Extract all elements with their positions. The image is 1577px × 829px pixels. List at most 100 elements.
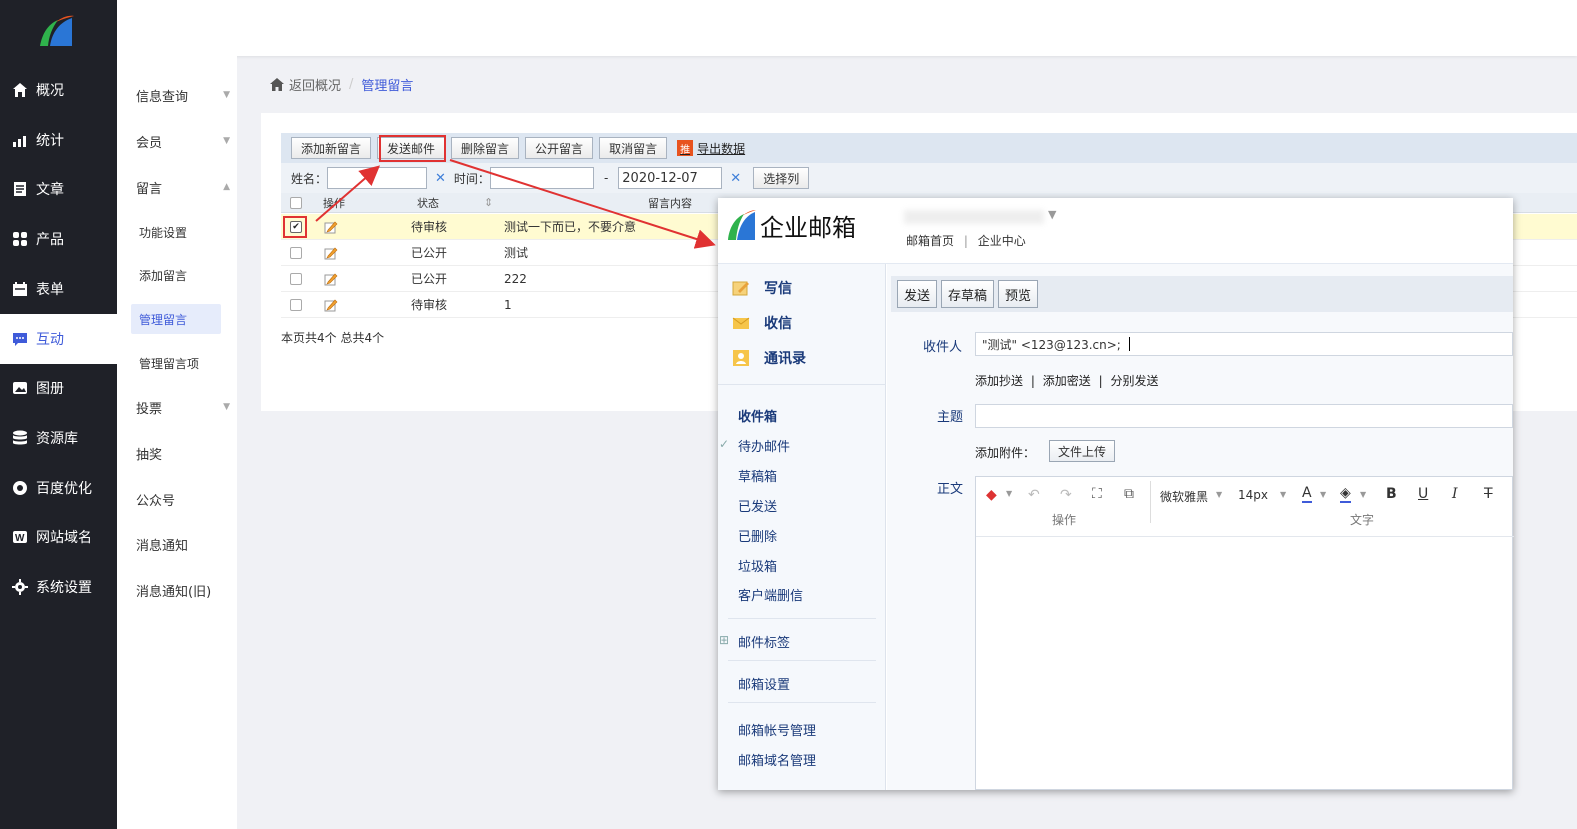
nav-item-seo[interactable]: 百度优化 (0, 463, 117, 513)
chevron-down-icon[interactable]: ▼ (1006, 489, 1012, 498)
contacts-link[interactable]: 通讯录 (732, 348, 806, 368)
chevron-down-icon[interactable]: ▼ (1320, 490, 1326, 499)
undo-icon[interactable]: ↶ (1028, 487, 1040, 503)
subnav-message[interactable]: 留言 ▲ (136, 175, 230, 199)
export-data-link[interactable]: 推 导出数据 (677, 140, 745, 157)
subnav-manage-message-items[interactable]: 管理留言项 (131, 348, 221, 378)
italic-icon[interactable]: I (1452, 486, 1458, 502)
nav-item-chart[interactable]: 统计 (0, 115, 117, 165)
chevron-down-icon: ▼ (223, 402, 230, 412)
row-checkbox[interactable] (290, 266, 302, 291)
folder-drafts[interactable]: 草稿箱 (738, 466, 777, 485)
nav-item-article[interactable]: 文章 (0, 164, 117, 214)
folder-sent[interactable]: 已发送 (738, 496, 777, 515)
subnav-add-message[interactable]: 添加留言 (131, 260, 221, 290)
save-draft-button[interactable]: 存草稿 (941, 280, 995, 308)
subnav-notifications[interactable]: 消息通知 (136, 532, 226, 556)
time-to-input[interactable]: 2020-12-07 (618, 167, 723, 189)
strikethrough-icon[interactable]: T (1484, 486, 1493, 502)
add-message-button[interactable]: 添加新留言 (291, 137, 372, 159)
sort-icon[interactable]: ⇕ (484, 193, 493, 212)
nav-item-grid[interactable]: 产品 (0, 214, 117, 264)
edit-icon[interactable] (324, 292, 338, 317)
brand-logo-icon[interactable] (36, 12, 76, 52)
font-size-select[interactable]: 14px (1238, 488, 1268, 502)
subnav-notifications-old[interactable]: 消息通知(旧) (136, 578, 226, 602)
name-input[interactable] (327, 167, 428, 189)
breadcrumb-separator: / (349, 77, 354, 92)
subnav-vote[interactable]: 投票 ▼ (136, 395, 230, 419)
mail-account-manage-link[interactable]: 邮箱帐号管理 (738, 720, 816, 739)
column-header-status[interactable]: 状态 (417, 193, 439, 212)
clear-time-icon[interactable]: ✕ (730, 171, 741, 186)
nav-item-gear[interactable]: 系统设置 (0, 562, 117, 612)
subnav-manage-messages[interactable]: 管理留言 (131, 304, 221, 334)
folder-spam[interactable]: 垃圾箱 (738, 556, 777, 575)
chevron-down-icon[interactable]: ▼ (1280, 490, 1286, 499)
edit-icon[interactable] (324, 266, 338, 291)
subnav-official-account[interactable]: 公众号 (136, 487, 226, 511)
nav-item-home[interactable]: 概况 (0, 65, 117, 115)
source-icon[interactable]: ⧉ (1124, 486, 1134, 502)
publish-message-button[interactable]: 公开留言 (525, 137, 594, 159)
time-from-input[interactable] (489, 167, 594, 189)
folder-todo[interactable]: 待办邮件 (738, 436, 790, 455)
font-family-select[interactable]: 微软雅黑 (1160, 488, 1208, 505)
nav-item-label: 系统设置 (36, 580, 92, 596)
user-menu-chevron-icon[interactable]: ▼ (1048, 208, 1056, 221)
compose-link[interactable]: 写信 (732, 278, 792, 298)
column-header-action[interactable]: 操作 (323, 193, 345, 212)
delete-message-button[interactable]: 删除留言 (451, 137, 520, 159)
edit-icon[interactable] (324, 240, 338, 265)
nav-item-domain[interactable]: W 网站域名 (0, 512, 117, 562)
send-button[interactable]: 发送 (897, 280, 938, 308)
folder-deleted[interactable]: 已删除 (738, 526, 777, 545)
nav-item-chat[interactable]: 互动 (0, 314, 117, 364)
enterprise-center-link[interactable]: 企业中心 (978, 234, 1026, 248)
subject-input[interactable] (975, 404, 1513, 428)
chevron-down-icon[interactable]: ▼ (1360, 490, 1366, 499)
add-cc-link[interactable]: 添加抄送 (975, 374, 1023, 388)
subnav-member[interactable]: 会员 ▼ (136, 129, 230, 153)
mail-domain-manage-link[interactable]: 邮箱域名管理 (738, 750, 816, 769)
send-separately-link[interactable]: 分别发送 (1110, 374, 1158, 388)
expand-plus-icon[interactable]: ⊞ (719, 633, 729, 647)
compose-toolbar: 发送 存草稿 预览 (891, 276, 1513, 312)
fullscreen-icon[interactable]: ⛶ (1092, 486, 1102, 502)
recipient-input[interactable]: "测试" <123@123.cn>; (975, 332, 1513, 356)
nav-item-album[interactable]: 图册 (0, 363, 117, 413)
redo-icon[interactable]: ↷ (1060, 487, 1072, 503)
nav-item-label: 百度优化 (36, 481, 92, 497)
bold-icon[interactable]: B (1386, 486, 1397, 502)
mail-tags-link[interactable]: 邮件标签 (738, 632, 790, 651)
nav-item-database[interactable]: 资源库 (0, 413, 117, 463)
select-columns-button[interactable]: 选择列 (753, 167, 810, 189)
mail-home-link[interactable]: 邮箱首页 (906, 234, 954, 248)
cancel-message-button[interactable]: 取消留言 (599, 137, 668, 159)
inbox-receive-link[interactable]: 收信 (732, 313, 792, 333)
row-checkbox[interactable] (290, 240, 302, 265)
nav-item-calendar[interactable]: 表单 (0, 264, 117, 314)
font-color-icon[interactable]: A (1302, 485, 1312, 503)
folder-client-deleted[interactable]: 客户端删信 (738, 585, 803, 604)
highlight-color-icon[interactable]: ◈ (1340, 485, 1351, 503)
subnav-lottery[interactable]: 抽奖 (136, 441, 226, 465)
nav-item-label: 表单 (36, 282, 64, 298)
subnav-function-settings[interactable]: 功能设置 (131, 217, 221, 247)
breadcrumb-back-link[interactable]: 返回概况 (289, 75, 341, 94)
preview-button[interactable]: 预览 (998, 280, 1039, 308)
eraser-icon[interactable]: ◆ (986, 487, 997, 503)
edit-icon[interactable] (324, 214, 338, 239)
chevron-down-icon[interactable]: ▼ (1216, 490, 1222, 499)
mail-settings-link[interactable]: 邮箱设置 (738, 674, 790, 693)
row-checkbox[interactable] (290, 292, 302, 317)
select-all-checkbox[interactable] (290, 193, 302, 212)
clear-name-icon[interactable]: ✕ (435, 171, 446, 186)
folder-inbox[interactable]: 收件箱 (738, 406, 777, 425)
file-upload-button[interactable]: 文件上传 (1049, 440, 1116, 462)
add-bcc-link[interactable]: 添加密送 (1043, 374, 1091, 388)
subnav-info-query[interactable]: 信息查询 ▼ (136, 83, 230, 107)
mail-header-links: 邮箱首页 | 企业中心 (906, 232, 1026, 249)
underline-icon[interactable]: U (1418, 486, 1428, 502)
column-header-content[interactable]: 留言内容 (648, 193, 692, 212)
